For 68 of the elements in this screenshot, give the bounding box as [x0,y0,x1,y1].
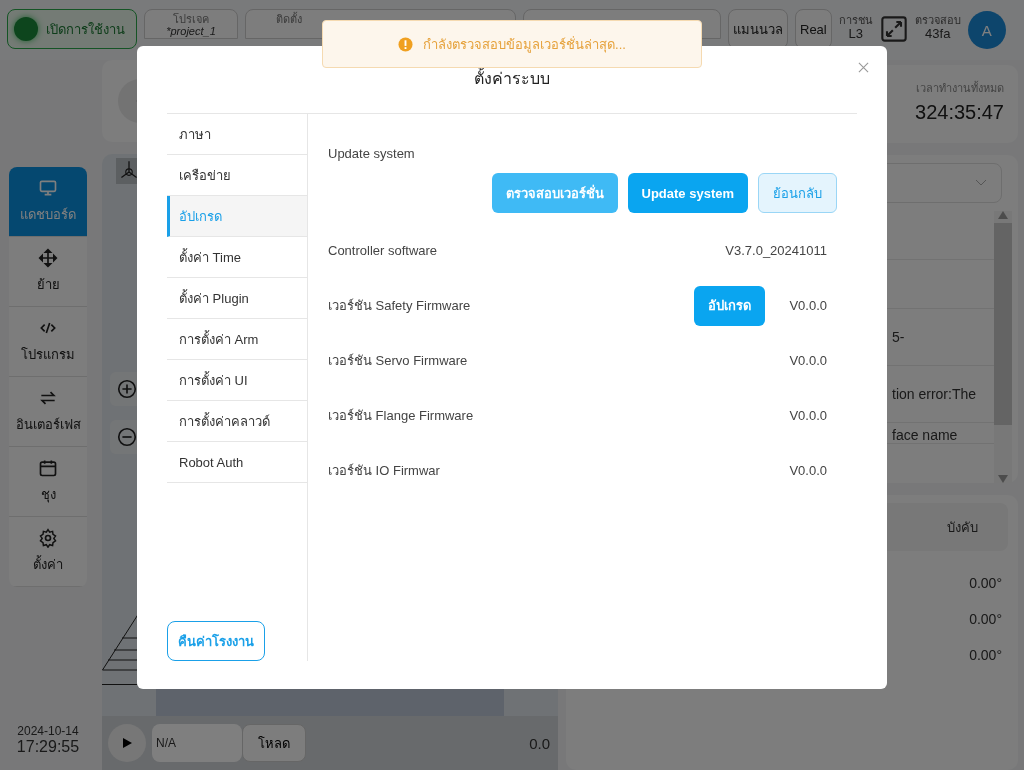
load-button[interactable]: โหลด [242,724,306,762]
collision-label: การชน [838,13,873,27]
factory-reset-button[interactable]: คืนค่าโรงงาน [167,621,265,661]
upgrade-button[interactable]: อัปเกรด [694,285,766,326]
log-text: tion error:The [892,386,977,402]
check-code: 43fa [925,27,951,41]
speed-value: 0.0 [529,734,551,752]
version-label: เวอร์ชัน IO Firmwar [328,462,440,480]
version-value: V3.7.0_20241011 [725,243,827,258]
project-selector[interactable]: โปรเจค *project_1 [144,9,238,39]
real-button[interactable]: Real [795,9,832,49]
version-label: เวอร์ชัน Flange Firmware [328,407,474,425]
collision-level: L3 [848,27,863,41]
close-icon[interactable] [858,62,869,73]
joint-value: 0.00° [969,575,1002,591]
nav-item[interactable]: ตั้งค่า [9,517,87,587]
play-button[interactable] [108,724,146,762]
back-button[interactable]: ย้อนกลับ [758,173,837,213]
version-value: V0.0.0 [789,353,827,368]
log-text: face name [892,427,958,443]
settings-menu-item[interactable]: การตั้งค่าคลาวด์ [167,401,307,442]
joint-value: 0.00° [969,647,1002,663]
nav-item[interactable]: โปรแกรม [9,307,87,377]
nav-item[interactable]: ชุง [9,447,87,517]
settings-menu-item[interactable]: อัปเกรด [167,196,307,237]
nav-item[interactable]: แดชบอร์ด [9,167,87,237]
version-value: V0.0.0 [789,408,827,423]
nav-item[interactable]: ย้าย [9,237,87,307]
fullscreen-icon[interactable] [879,15,908,43]
date-text: 2024-10-14 [17,725,79,739]
check-label: ตรวจสอบ [914,13,961,27]
status-dot-icon [14,17,38,41]
program-field[interactable]: N/A [152,724,242,762]
version-label: Controller software [328,243,438,258]
joint-value: 0.00° [969,611,1002,627]
settings-menu-item[interactable]: ตั้งค่า Time [167,237,307,278]
chevron-down-icon [975,179,987,187]
version-value: V0.0.0 [789,298,827,313]
play-icon [121,737,133,749]
version-label: เวอร์ชัน Safety Firmware [328,297,471,315]
version-value: V0.0.0 [789,463,827,478]
settings-menu-item[interactable]: การตั้งค่า UI [167,360,307,401]
settings-icon [38,528,58,548]
section-title: Update system [328,146,416,161]
runtime-value: 324:35:47 [915,101,1004,124]
nav-item[interactable]: อินเตอร์เฟส [9,377,87,447]
mode-tab[interactable]: บังคับ [947,516,978,538]
dialog-title: ตั้งค่าระบบ [474,67,550,89]
settings-menu-item[interactable]: การตั้งค่า Arm [167,319,307,360]
settings-menu-item[interactable]: Robot Auth [167,442,307,483]
mode-button[interactable]: แมนนวล [728,9,788,49]
log-text: 5- [892,329,905,345]
avatar[interactable]: A [967,11,1006,49]
zoom-in-icon [116,378,138,400]
monitor-icon [38,178,58,198]
calendar-icon [38,458,58,478]
floor-grid-drawing [102,614,137,685]
version-label: เวอร์ชัน Servo Firmware [328,352,468,370]
zoom-out-icon [116,426,138,448]
move-icon [38,248,58,268]
time-text: 17:29:55 [16,738,80,756]
runtime-label: เวลาทำงานทั้งหมด [916,80,1004,96]
enable-button[interactable]: เปิดการใช้งาน [7,9,137,49]
settings-menu-item[interactable]: ภาษา [167,114,307,155]
toast-text: กำลังตรวจสอบข้อมูลเวอร์ชั่นล่าสุด... [423,35,626,55]
update-button[interactable]: Update system [627,173,748,213]
settings-menu-item[interactable]: ตั้งค่า Plugin [167,278,307,319]
warning-icon [398,36,414,52]
